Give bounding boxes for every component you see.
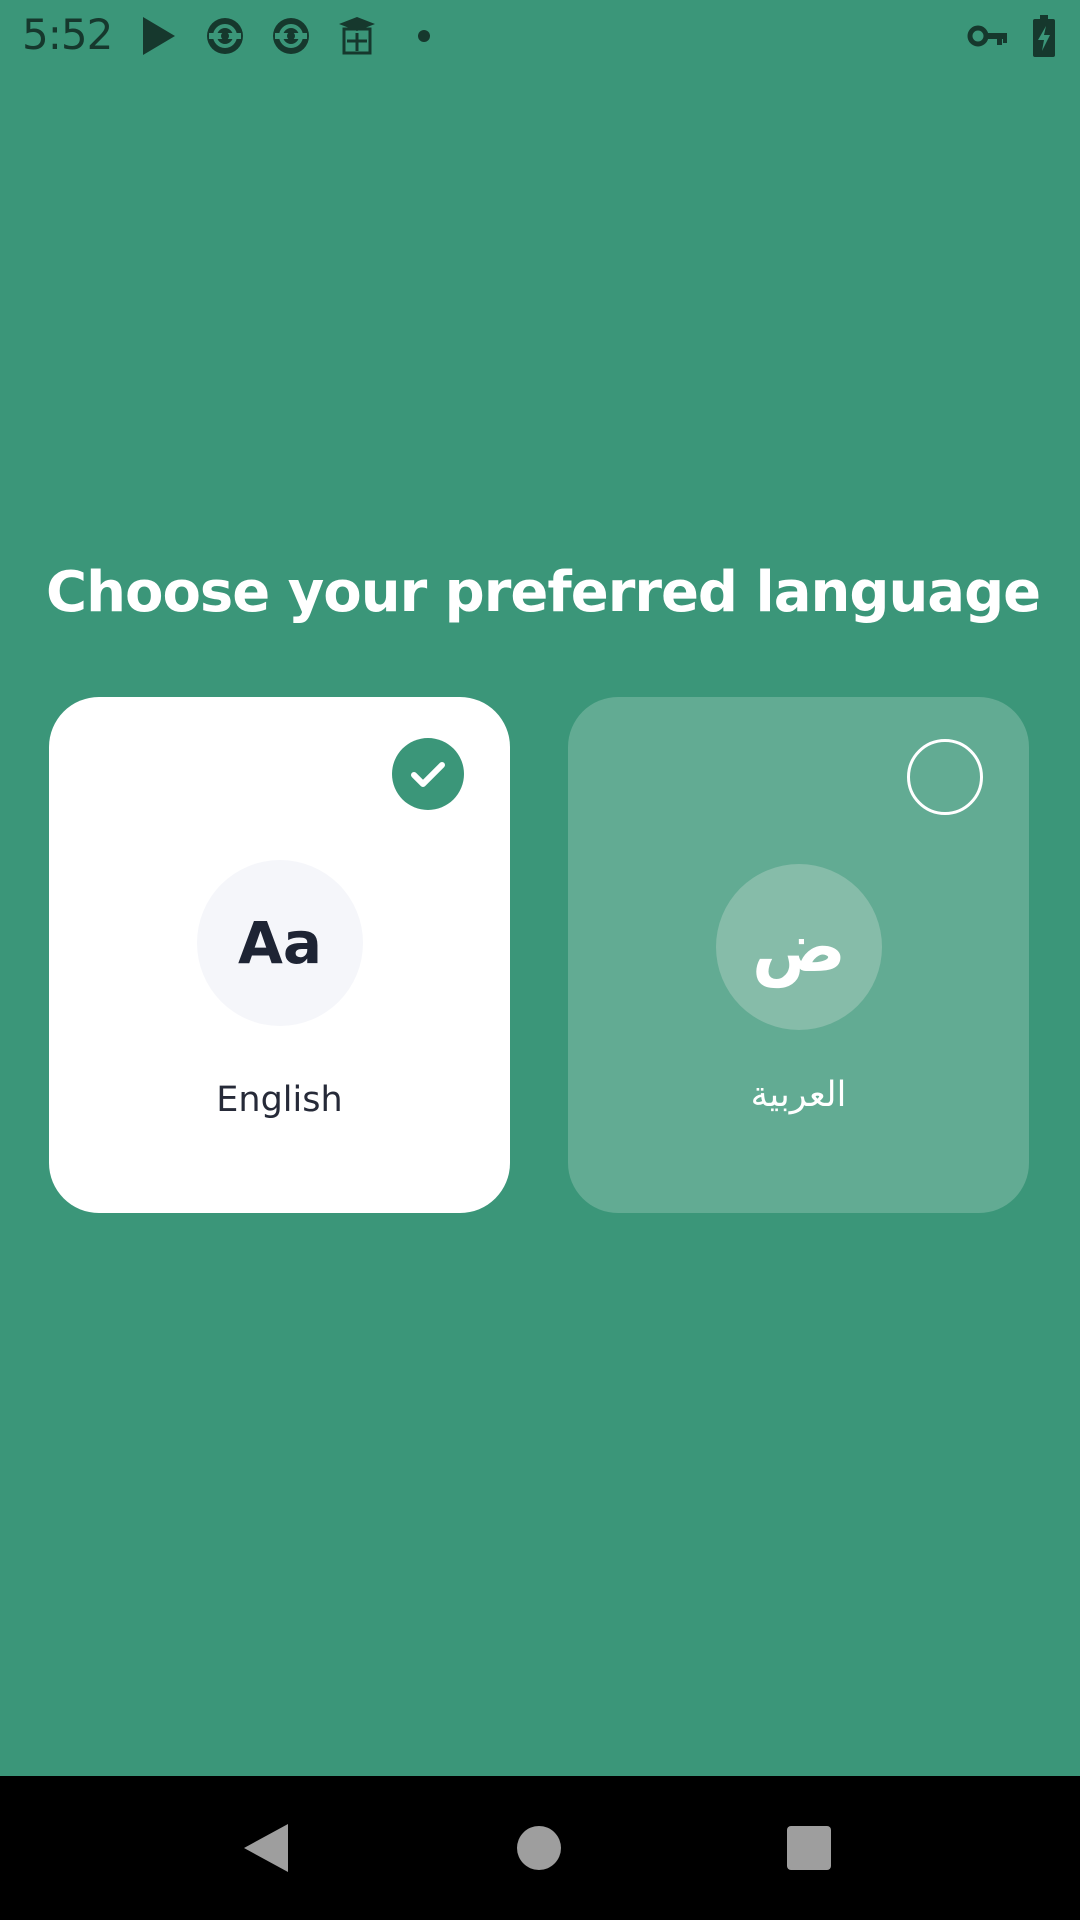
recents-icon[interactable]	[759, 1798, 859, 1898]
vpn-key-icon	[966, 14, 1010, 58]
sync-icon	[203, 14, 247, 58]
language-label: العربية	[750, 1075, 847, 1115]
battery-charging-icon	[1032, 14, 1076, 58]
status-time: 5:52	[22, 10, 113, 59]
back-icon[interactable]	[216, 1798, 316, 1898]
status-bar: 5:52	[0, 0, 1080, 72]
language-option-english[interactable]: Aa English	[49, 697, 510, 1213]
home-icon[interactable]	[489, 1798, 589, 1898]
notification-dot-icon	[414, 14, 458, 58]
language-glyph: ض	[751, 906, 847, 988]
language-glyph-badge: ض	[716, 864, 882, 1030]
language-label: English	[216, 1080, 343, 1120]
language-option-arabic[interactable]: ض العربية	[568, 697, 1029, 1213]
page-title: Choose your preferred language	[46, 560, 1041, 625]
graduation-cap-icon	[335, 14, 379, 58]
language-glyph-badge: Aa	[197, 860, 363, 1026]
sync-icon	[269, 14, 313, 58]
language-glyph: Aa	[237, 909, 323, 977]
selected-check-icon	[392, 738, 464, 810]
unselected-radio-icon	[907, 739, 983, 815]
play-store-icon	[136, 14, 180, 58]
navigation-bar	[0, 1776, 1080, 1920]
